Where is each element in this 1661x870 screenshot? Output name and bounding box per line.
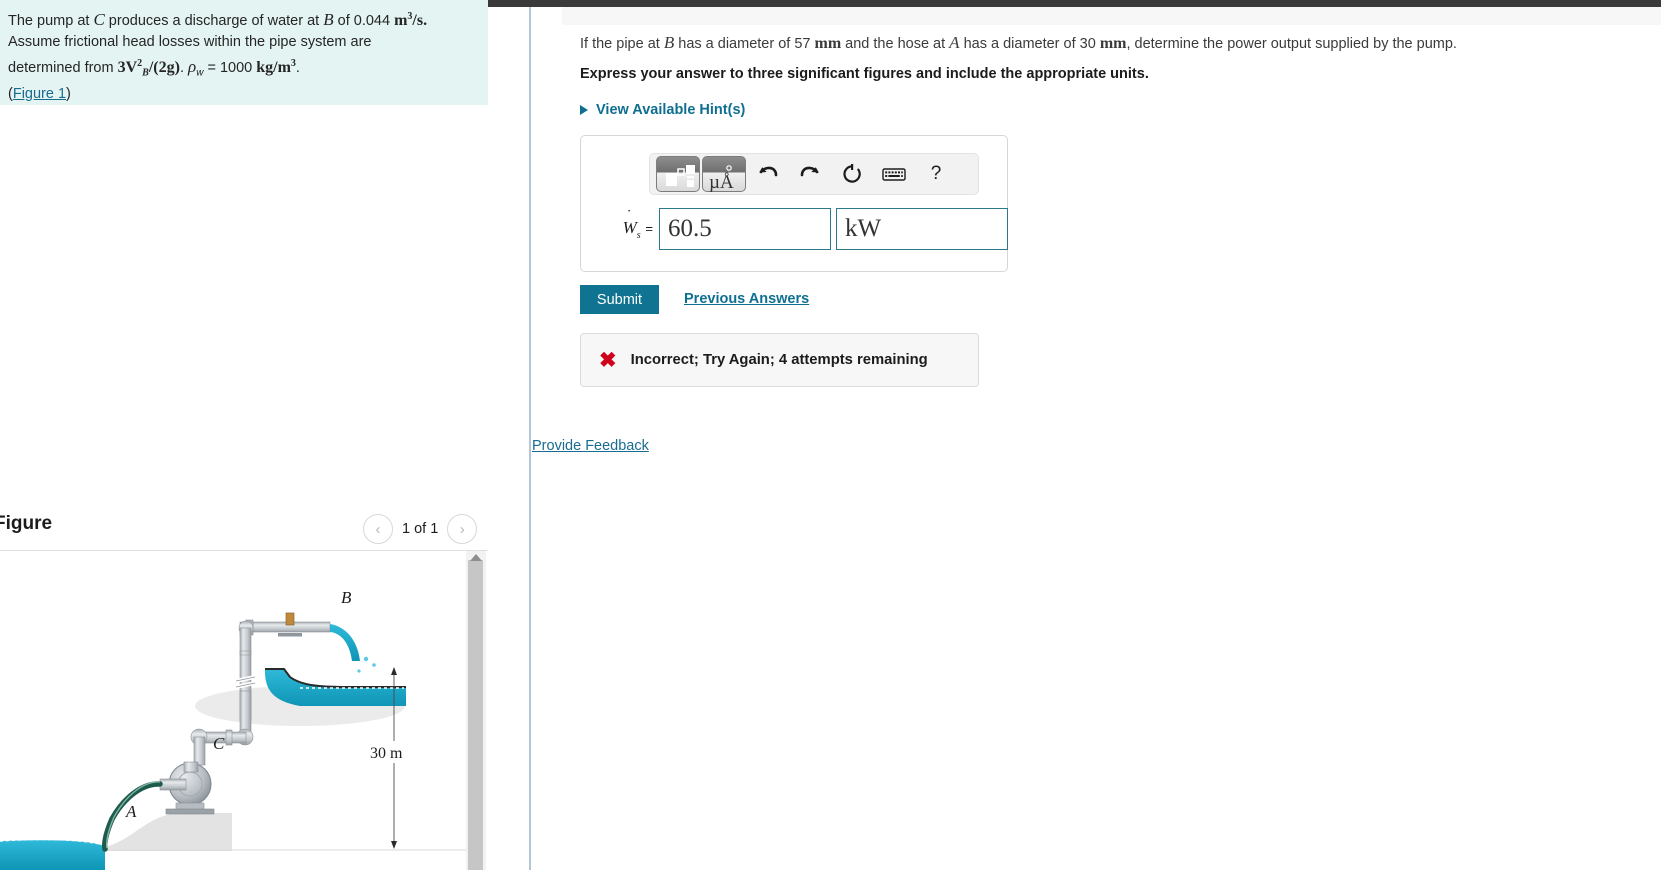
vertical-divider: [529, 7, 531, 870]
feedback-message: Incorrect; Try Again; 4 attempts remaini…: [630, 352, 928, 368]
pump-system-diagram: 30 m B C A: [0, 588, 466, 870]
splash-drop-3: [357, 669, 361, 673]
dimension-arrow-top: [391, 667, 397, 675]
answer-entry-box: µÅ ? ˙ Ws = 60.5 kW: [580, 135, 1008, 272]
answer-equation-label: ˙ Ws =: [622, 208, 653, 241]
problem-line3-part1: determined from: [8, 59, 118, 76]
dimension-arrow-bottom: [391, 841, 397, 849]
question-part5: , determine the power output supplied by…: [1126, 36, 1457, 52]
figure-panel-title: Figure: [0, 513, 53, 534]
pump-top-neck: [183, 761, 199, 773]
problem-line2: Assume frictional head losses within the…: [8, 33, 372, 50]
question-prompt: If the pipe at B has a diameter of 57 mm…: [580, 33, 1457, 53]
question-part3: and the hose at: [841, 36, 950, 52]
answer-unit-input[interactable]: [836, 208, 1008, 250]
undo-icon[interactable]: [748, 156, 788, 192]
pump-base-plate: [165, 808, 215, 815]
equals-sign: =: [645, 221, 653, 237]
rho-symbol: ρ: [188, 56, 197, 76]
pump-riser-short: [193, 736, 206, 766]
question-instruction: Express your answer to three significant…: [580, 66, 1149, 82]
scroll-up-arrow-icon[interactable]: [470, 554, 482, 561]
x-mark-icon: ✖: [599, 348, 617, 372]
view-hints-toggle[interactable]: View Available Hint(s): [580, 102, 745, 118]
w-subscript: s: [636, 229, 641, 241]
svg-text:µÅ: µÅ: [709, 172, 734, 193]
lower-reservoir-water: [0, 840, 105, 870]
rho-unit: kg/m: [256, 58, 291, 76]
formula-subscript: B: [142, 67, 149, 79]
top-dark-bar-left: [488, 0, 530, 7]
submit-button[interactable]: Submit: [580, 285, 659, 314]
problem-statement-panel: The pump at C produces a discharge of wa…: [0, 0, 488, 105]
provide-feedback-link[interactable]: Provide Feedback: [532, 438, 649, 454]
outlet-flange: [225, 729, 233, 746]
valve-base: [278, 633, 302, 637]
label-a: A: [125, 802, 137, 821]
unit-mm-pipe: mm: [814, 35, 842, 52]
water-jet-b: [330, 624, 360, 661]
question-part1: If the pipe at: [580, 36, 664, 52]
help-icon[interactable]: ?: [916, 156, 956, 192]
view-hints-label: View Available Hint(s): [596, 102, 746, 118]
triangle-right-icon: [580, 105, 588, 115]
figure-counter: 1 of 1: [402, 521, 439, 537]
dimension-label: 30 m: [370, 745, 403, 762]
formula-period: .: [179, 59, 184, 76]
riser-coupling: [239, 650, 252, 656]
formula-head-loss: 3V: [117, 58, 138, 76]
unit-m3-per-s-rest: /s.: [412, 11, 428, 29]
problem-statement-text: The pump at C produces a discharge of wa…: [8, 6, 478, 84]
pump-suction-nozzle: [159, 778, 187, 791]
top-grey-band: [562, 7, 1661, 25]
answer-value-input[interactable]: [659, 208, 831, 250]
label-c: C: [213, 734, 225, 753]
splash-drop-2: [372, 663, 376, 667]
rho-end: .: [295, 59, 300, 76]
question-part2: has a diameter of 57: [674, 36, 815, 52]
math-editor-toolbar: µÅ ?: [649, 153, 979, 195]
riser-pipe-lower: [239, 690, 252, 734]
reset-icon[interactable]: [832, 156, 872, 192]
unit-mm-hose: mm: [1099, 35, 1127, 52]
figure-prev-button[interactable]: ‹: [363, 514, 393, 544]
answer-equation-row: ˙ Ws =: [595, 208, 1008, 250]
splash-drop-1: [363, 656, 369, 662]
previous-answers-link[interactable]: Previous Answers: [684, 291, 809, 307]
problem-line1-part3: of 0.044: [333, 12, 395, 29]
figure-link-row: (Figure 1): [8, 86, 478, 102]
page-root: The pump at C produces a discharge of wa…: [0, 0, 1661, 870]
figure-scrollbar-thumb[interactable]: [468, 560, 483, 870]
top-dark-bar: [530, 0, 1661, 7]
variable-b: B: [323, 9, 334, 29]
figure-diagram-canvas: 30 m B C A: [0, 551, 466, 870]
units-mu-angstrom-icon[interactable]: µÅ: [702, 156, 746, 193]
problem-line1-part1: The pump at: [8, 12, 94, 29]
feedback-alert: ✖ Incorrect; Try Again; 4 attempts remai…: [580, 333, 979, 387]
question-variable-a: A: [949, 33, 960, 52]
problem-line1-part2: produces a discharge of water at: [104, 12, 324, 29]
redo-icon[interactable]: [790, 156, 830, 192]
math-template-icon[interactable]: [656, 156, 700, 192]
figure-next-button[interactable]: ›: [447, 514, 478, 544]
figure-navigation: ‹ 1 of 1 ›: [363, 514, 478, 544]
label-b: B: [341, 588, 352, 607]
unit-m3-per-s: m: [394, 11, 408, 29]
valve-stem: [285, 612, 295, 626]
figure-link-close-paren: ): [66, 85, 71, 102]
keyboard-icon[interactable]: [874, 156, 914, 192]
question-part4: has a diameter of 30: [959, 36, 1100, 52]
formula-rest: /(2g): [148, 58, 180, 76]
figure-1-link[interactable]: Figure 1: [13, 86, 66, 102]
question-variable-b: B: [663, 33, 675, 52]
variable-c: C: [93, 9, 105, 29]
rho-value: = 1000: [203, 59, 257, 76]
